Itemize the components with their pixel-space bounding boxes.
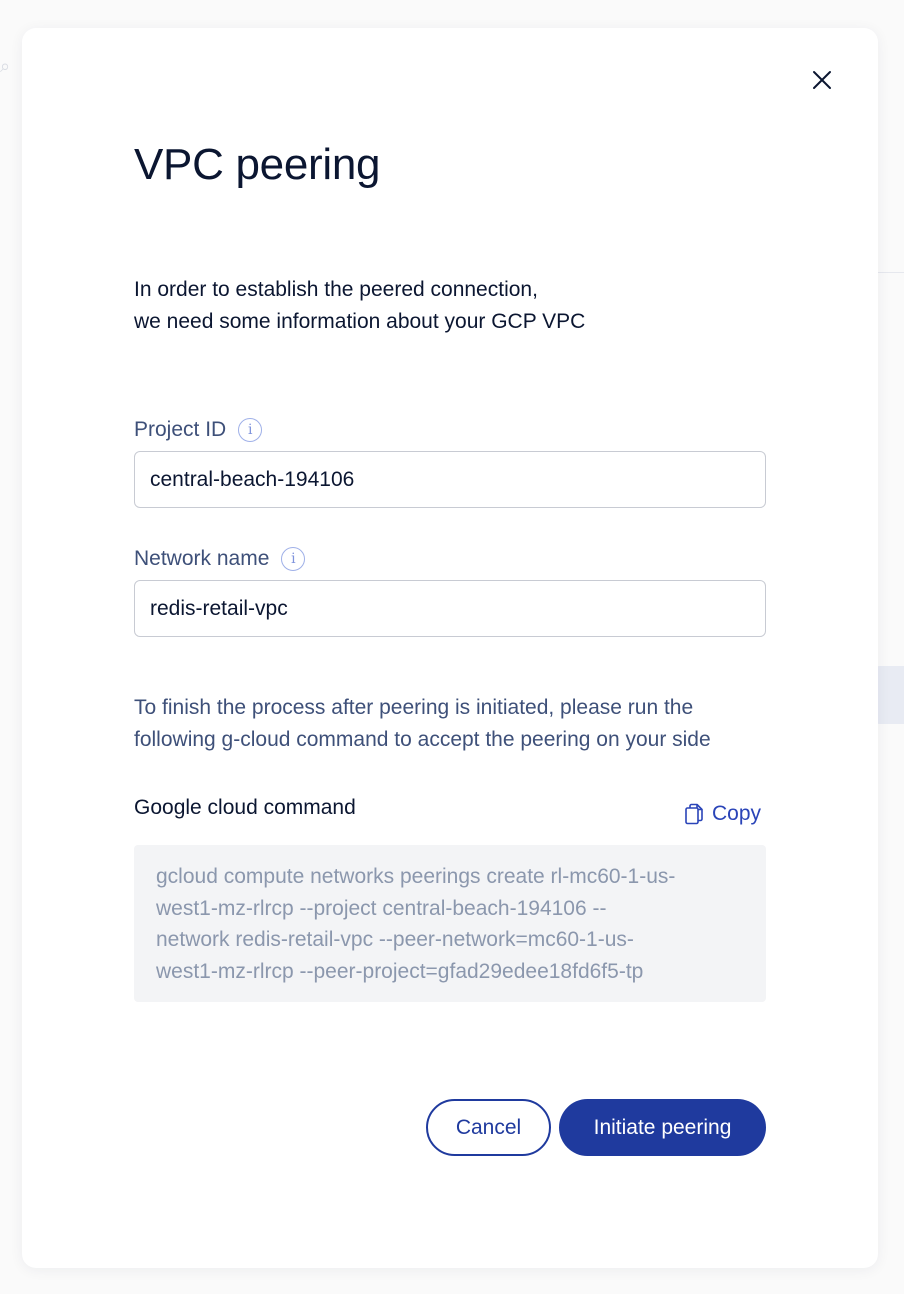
cancel-button[interactable]: Cancel [426,1099,551,1156]
copy-button[interactable]: Copy [684,802,761,826]
command-line: network redis-retail-vpc --peer-network=… [156,928,634,951]
command-line: west1-mz-rlrcp --peer-project=gfad29edee… [156,959,644,983]
intro-line: we need some information about your GCP … [134,310,586,333]
copy-label: Copy [712,802,762,825]
network-name-label: Network name i [134,547,306,571]
finish-note: To finish the process after peering is i… [134,692,784,756]
background-search-icon: ⌕ [0,56,11,76]
network-name-input[interactable] [134,580,766,637]
close-icon [813,71,831,89]
vpc-peering-modal: VPC peering In order to establish the pe… [22,28,878,1268]
project-id-label-text: Project ID [134,418,227,441]
close-button[interactable] [810,68,834,92]
initiate-peering-button[interactable]: Initiate peering [559,1099,766,1156]
modal-title: VPC peering [134,140,381,189]
project-id-label: Project ID i [134,418,263,442]
finish-note-line: To finish the process after peering is i… [134,696,694,719]
command-box[interactable]: gcloud compute networks peerings create … [134,845,766,1002]
intro-line: In order to establish the peered connect… [134,278,538,301]
finish-note-line: following g-cloud command to accept the … [134,728,711,751]
copy-icon [685,803,703,825]
project-id-input[interactable] [134,451,766,508]
command-label: Google cloud command [134,796,356,819]
command-line: gcloud compute networks peerings create … [156,865,676,888]
info-icon[interactable]: i [281,547,306,571]
info-icon[interactable]: i [238,418,263,442]
network-name-label-text: Network name [134,547,270,570]
command-line: west1-mz-rlrcp --project central-beach-1… [156,896,607,920]
intro-text: In order to establish the peered connect… [134,274,774,338]
